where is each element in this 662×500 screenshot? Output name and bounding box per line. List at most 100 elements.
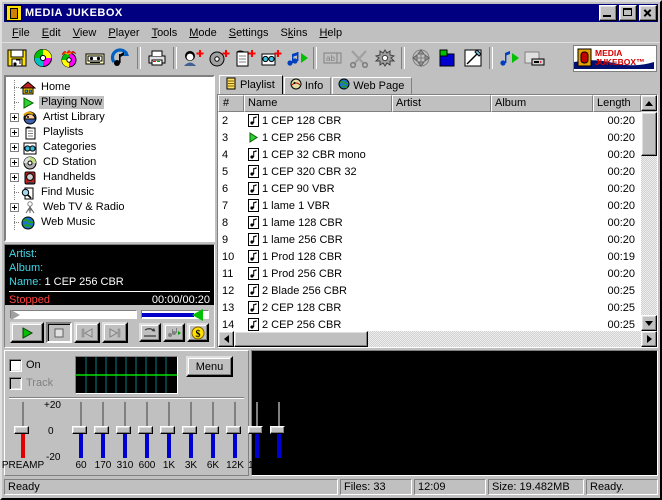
- tree-item-cd-station[interactable]: CD Station: [10, 155, 213, 170]
- equalizer-menu-button[interactable]: Menu: [186, 356, 233, 377]
- volume-thumb[interactable]: [192, 309, 203, 321]
- table-row[interactable]: 13 2 CEP 128 CBR 00:25: [218, 299, 641, 316]
- menu-item-tools[interactable]: Tools: [146, 25, 184, 41]
- move-icon[interactable]: [408, 45, 434, 71]
- eq-knob-170[interactable]: [94, 426, 109, 434]
- cut-icon[interactable]: [346, 45, 372, 71]
- tab-info[interactable]: Info: [283, 77, 332, 94]
- table-row[interactable]: 6 1 CEP 90 VBR 00:20: [218, 180, 641, 197]
- edit-image-icon[interactable]: [460, 45, 486, 71]
- add-category-icon[interactable]: [258, 45, 284, 71]
- eq-knob-3k[interactable]: [182, 426, 197, 434]
- eq-knob-600[interactable]: [138, 426, 153, 434]
- table-row[interactable]: 5 1 CEP 320 CBR 32 00:20: [218, 163, 641, 180]
- add-track-icon[interactable]: [284, 45, 310, 71]
- save-playlist-icon[interactable]: [4, 45, 30, 71]
- menu-item-edit[interactable]: Edit: [36, 25, 67, 41]
- menu-item-skins[interactable]: Skins: [275, 25, 314, 41]
- tab-web-page[interactable]: Web Page: [332, 77, 413, 94]
- eq-slider-6k[interactable]: [204, 402, 219, 458]
- tree-item-artist-library[interactable]: Artist Library: [10, 110, 213, 125]
- table-row[interactable]: 9 1 lame 256 CBR 00:20: [218, 231, 641, 248]
- eq-slider-12k[interactable]: [226, 402, 241, 458]
- table-row[interactable]: 2 1 CEP 128 CBR 00:20: [218, 112, 641, 129]
- menu-item-settings[interactable]: Settings: [223, 25, 275, 41]
- tree-item-playing-now[interactable]: Playing Now: [10, 95, 213, 110]
- tree-item-handhelds[interactable]: Handhelds: [10, 170, 213, 185]
- scroll-down-button[interactable]: [641, 315, 657, 331]
- expand-icon[interactable]: [10, 158, 19, 167]
- expand-icon[interactable]: [10, 143, 19, 152]
- preamp-knob[interactable]: [14, 426, 29, 434]
- menu-item-mode[interactable]: Mode: [183, 25, 223, 41]
- expand-icon[interactable]: [10, 113, 19, 122]
- tree-item-home[interactable]: Home: [10, 80, 213, 95]
- minimize-button[interactable]: [599, 5, 617, 21]
- vertical-scroll-thumb[interactable]: [641, 112, 657, 156]
- menu-item-help[interactable]: Help: [313, 25, 348, 41]
- preamp-slider[interactable]: [14, 402, 29, 458]
- expand-icon[interactable]: [10, 128, 19, 137]
- column-header-number[interactable]: #: [218, 95, 244, 112]
- eq-slider-1k[interactable]: [160, 402, 175, 458]
- play-selected-icon[interactable]: [496, 45, 522, 71]
- eq-knob-310[interactable]: [116, 426, 131, 434]
- eq-knob-60[interactable]: [72, 426, 87, 434]
- table-row[interactable]: 4 1 CEP 32 CBR mono 00:20: [218, 146, 641, 163]
- playlist-horizontal-scrollbar[interactable]: [218, 331, 657, 347]
- seek-thumb[interactable]: [11, 310, 20, 320]
- properties-icon[interactable]: [372, 45, 398, 71]
- table-row[interactable]: 8 1 lame 128 CBR 00:20: [218, 214, 641, 231]
- tree-item-web-music[interactable]: Web Music: [10, 215, 213, 230]
- scroll-right-button[interactable]: [641, 331, 657, 347]
- eq-on-row[interactable]: On: [9, 356, 69, 374]
- volume-slider[interactable]: [141, 309, 209, 321]
- tree-item-playlists[interactable]: Playlists: [10, 125, 213, 140]
- table-row[interactable]: 7 1 lame 1 VBR 00:20: [218, 197, 641, 214]
- column-header-name[interactable]: Name: [244, 95, 392, 112]
- add-artist-icon[interactable]: [180, 45, 206, 71]
- eq-slider-600[interactable]: [138, 402, 153, 458]
- repeat-button[interactable]: [138, 323, 161, 342]
- eq-knob-16k[interactable]: [270, 426, 285, 434]
- table-row[interactable]: 14 2 CEP 256 CBR 00:25: [218, 316, 641, 331]
- eq-on-checkbox[interactable]: [9, 358, 22, 372]
- rip-icon[interactable]: [108, 45, 134, 71]
- eq-slider-16k[interactable]: [270, 402, 285, 458]
- mini-player-icon[interactable]: [522, 45, 548, 71]
- burn-cd-icon[interactable]: [56, 45, 82, 71]
- close-button[interactable]: [639, 5, 657, 21]
- column-header-artist[interactable]: Artist: [392, 95, 491, 112]
- previous-button[interactable]: [73, 322, 100, 343]
- add-playlist-icon[interactable]: [232, 45, 258, 71]
- playlist-rows[interactable]: 2 1 CEP 128 CBR 00:20 3 1 CEP 256 CBR 00…: [218, 112, 641, 331]
- navigation-tree[interactable]: Home Playing Now Artist Library Playlist…: [4, 75, 215, 242]
- eq-knob-12k[interactable]: [226, 426, 241, 434]
- table-row[interactable]: 11 1 Prod 256 CBR 00:20: [218, 265, 641, 282]
- menu-item-player[interactable]: Player: [102, 25, 145, 41]
- expand-icon[interactable]: [10, 173, 19, 182]
- buy-button[interactable]: $: [186, 323, 209, 342]
- eq-knob-14k[interactable]: [248, 426, 263, 434]
- fill-icon[interactable]: [434, 45, 460, 71]
- playlist-vertical-scrollbar[interactable]: [641, 112, 657, 331]
- tree-item-categories[interactable]: Categories: [10, 140, 213, 155]
- menu-item-view[interactable]: View: [67, 25, 103, 41]
- expand-icon[interactable]: [10, 203, 19, 212]
- table-row[interactable]: 12 2 Blade 256 CBR 00:25: [218, 282, 641, 299]
- eq-track-checkbox[interactable]: [9, 376, 22, 390]
- eq-slider-3k[interactable]: [182, 402, 197, 458]
- eq-knob-1k[interactable]: [160, 426, 175, 434]
- table-row[interactable]: 3 1 CEP 256 CBR 00:20: [218, 129, 641, 146]
- eq-slider-14k[interactable]: [248, 402, 263, 458]
- seek-slider[interactable]: [10, 310, 137, 320]
- stop-button[interactable]: [45, 322, 72, 343]
- add-album-icon[interactable]: [206, 45, 232, 71]
- eq-slider-60[interactable]: [72, 402, 87, 458]
- tape-icon[interactable]: [82, 45, 108, 71]
- eq-slider-310[interactable]: [116, 402, 131, 458]
- tab-playlist[interactable]: Playlist: [219, 75, 283, 94]
- eq-track-row[interactable]: Track: [9, 374, 69, 392]
- horizontal-scroll-thumb[interactable]: [234, 331, 368, 347]
- rename-icon[interactable]: ab: [320, 45, 346, 71]
